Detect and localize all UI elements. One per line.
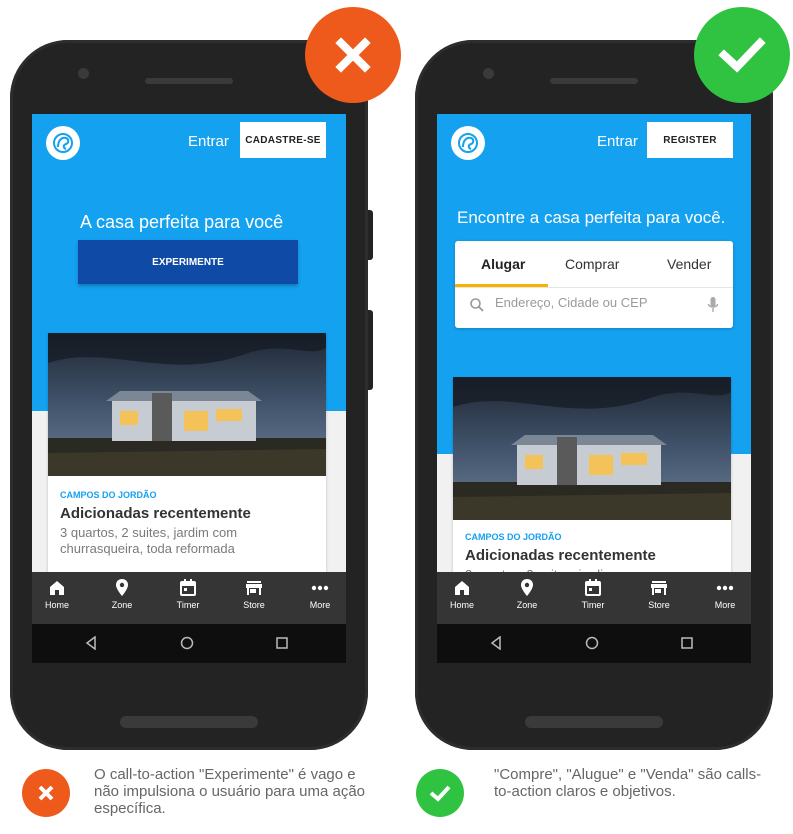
phone-mockup-bad: Entrar CADASTRE-SE A casa perfeita para … xyxy=(10,40,373,750)
android-system-bar xyxy=(32,624,346,663)
back-triangle-icon[interactable] xyxy=(84,636,98,650)
phone-speaker xyxy=(550,78,638,84)
phone-mockup-good: Entrar REGISTER Encontre a casa perfeita… xyxy=(415,40,773,750)
nav-label: Home xyxy=(44,600,69,610)
nav-item-more[interactable]: More xyxy=(695,578,751,610)
home-circle-icon[interactable] xyxy=(585,636,599,650)
house-photo xyxy=(48,333,326,476)
listing-city: CAMPOS DO JORDÃO xyxy=(60,490,157,500)
map-pin-icon xyxy=(521,579,533,596)
tab-comprar[interactable]: Comprar xyxy=(565,256,619,272)
microphone-icon[interactable] xyxy=(707,296,719,314)
nav-item-home[interactable]: Home xyxy=(32,578,87,610)
nav-label: Zone xyxy=(111,600,133,610)
home-icon xyxy=(455,581,469,595)
hero-headline: A casa perfeita para você xyxy=(80,212,284,232)
phone-side-button xyxy=(763,210,768,260)
map-pin-icon xyxy=(116,579,128,596)
more-dots-icon xyxy=(716,585,734,591)
good-example-caption: "Compre", "Alugue" e "Venda" são calls-t… xyxy=(494,766,762,800)
tab-alugar[interactable]: Alugar xyxy=(481,256,525,272)
bad-caption-icon xyxy=(22,769,70,817)
nav-item-home[interactable]: Home xyxy=(437,578,492,610)
phone-speaker xyxy=(145,78,233,84)
app-logo[interactable] xyxy=(451,126,485,160)
nav-label: Store xyxy=(243,600,265,610)
tab-vender[interactable]: Vender xyxy=(667,256,711,272)
listing-title: Adicionadas recentemente xyxy=(465,547,656,564)
nav-item-more[interactable]: More xyxy=(290,578,346,610)
active-tab-indicator xyxy=(455,284,548,287)
login-link[interactable]: Entrar xyxy=(597,133,638,150)
recents-square-icon[interactable] xyxy=(680,636,694,650)
calendar-icon xyxy=(180,579,196,596)
bottom-navigation: Home Zone Timer Store More xyxy=(32,572,346,624)
nav-item-store[interactable]: Store xyxy=(629,578,689,610)
phone-camera xyxy=(78,68,89,79)
nav-item-zone[interactable]: Zone xyxy=(92,578,152,610)
listing-title: Adicionadas recentemente xyxy=(60,505,251,522)
login-link[interactable]: Entrar xyxy=(188,133,229,150)
x-mark-icon xyxy=(38,785,54,801)
nav-item-timer[interactable]: Timer xyxy=(563,578,623,610)
nav-item-zone[interactable]: Zone xyxy=(497,578,557,610)
listing-description: 3 quartos, 2 suites, jardim com churrasq… xyxy=(60,525,238,556)
good-caption-icon xyxy=(416,769,464,817)
home-icon xyxy=(50,581,64,595)
checkmark-icon xyxy=(429,785,451,802)
nav-label: More xyxy=(309,600,331,610)
experimente-cta-button[interactable]: EXPERIMENTE xyxy=(78,240,298,284)
nav-label: Home xyxy=(449,600,474,610)
phone-camera xyxy=(483,68,494,79)
x-mark-icon xyxy=(335,37,371,73)
nav-label: Timer xyxy=(176,600,200,610)
logo-icon xyxy=(458,133,478,153)
checkmark-icon xyxy=(718,37,766,73)
phone-screen: Entrar REGISTER Encontre a casa perfeita… xyxy=(437,114,751,663)
bottom-navigation: Home Zone Timer Store More xyxy=(437,572,751,624)
search-panel: Alugar Comprar Vender xyxy=(455,241,733,328)
more-dots-icon xyxy=(311,585,329,591)
home-circle-icon[interactable] xyxy=(180,636,194,650)
nav-label: Store xyxy=(648,600,670,610)
back-triangle-icon[interactable] xyxy=(489,636,503,650)
listing-card[interactable]: CAMPOS DO JORDÃO Adicionadas recentement… xyxy=(48,333,326,593)
calendar-icon xyxy=(585,579,601,596)
app-logo[interactable] xyxy=(46,126,80,160)
nav-label: Zone xyxy=(516,600,538,610)
register-button[interactable]: REGISTER xyxy=(647,122,733,158)
search-tabs: Alugar Comprar Vender xyxy=(455,241,733,288)
good-verdict-badge xyxy=(694,7,790,103)
nav-item-timer[interactable]: Timer xyxy=(158,578,218,610)
listing-city: CAMPOS DO JORDÃO xyxy=(465,532,562,542)
store-icon xyxy=(651,581,667,595)
store-icon xyxy=(246,581,262,595)
address-search-input[interactable] xyxy=(495,295,695,310)
phone-screen: Entrar CADASTRE-SE A casa perfeita para … xyxy=(32,114,346,663)
hero-headline: Encontre a casa perfeita para você. xyxy=(457,208,726,227)
android-system-bar xyxy=(437,624,751,663)
house-photo xyxy=(453,377,731,520)
nav-label: Timer xyxy=(581,600,605,610)
phone-chin-bar xyxy=(525,716,663,728)
phone-volume-button xyxy=(368,310,373,390)
nav-item-store[interactable]: Store xyxy=(224,578,284,610)
phone-chin-bar xyxy=(120,716,258,728)
phone-volume-button xyxy=(763,310,768,390)
bad-example-caption: O call-to-action "Experimente" é vago e … xyxy=(94,766,366,817)
phone-side-button xyxy=(368,210,373,260)
logo-icon xyxy=(53,133,73,153)
nav-label: More xyxy=(714,600,736,610)
recents-square-icon[interactable] xyxy=(275,636,289,650)
signup-button[interactable]: CADASTRE-SE xyxy=(240,122,326,158)
search-icon xyxy=(470,298,484,312)
bad-verdict-badge xyxy=(305,7,401,103)
